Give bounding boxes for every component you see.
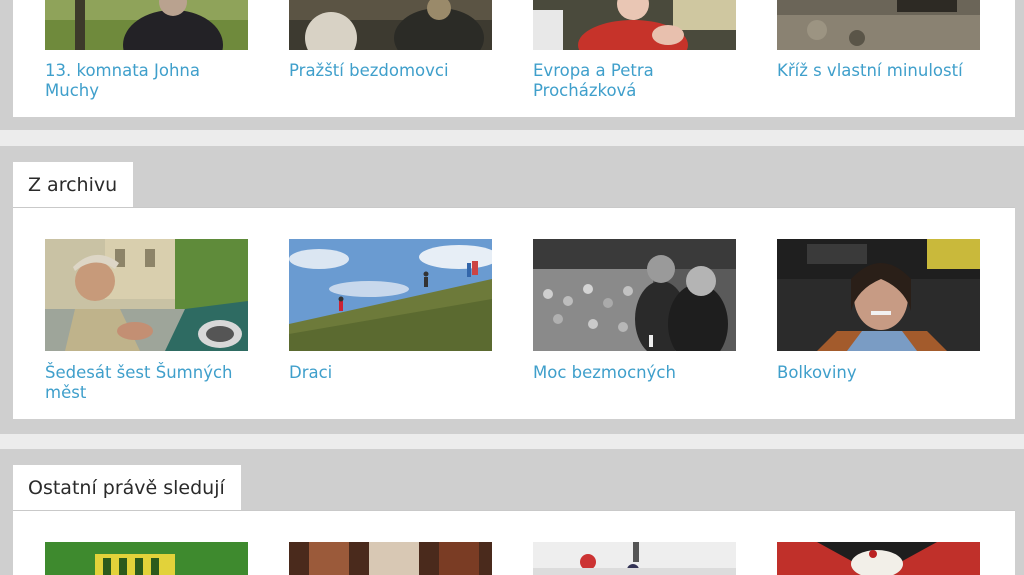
video-thumbnail[interactable] (289, 542, 492, 575)
video-list-card-archive: Šedesát šest Šumných měst Draci Moc bezm… (13, 208, 1015, 419)
thumbnail-image (289, 542, 492, 575)
thumbnail-image (45, 0, 248, 50)
video-thumbnail[interactable] (45, 239, 248, 351)
video-title-link[interactable]: Moc bezmocných (533, 363, 743, 383)
thumbnail-image (777, 542, 980, 575)
video-title-link[interactable]: Šedesát šest Šumných měst (45, 363, 255, 403)
video-thumbnail[interactable] (777, 239, 980, 351)
thumbnail-image (533, 239, 736, 351)
video-title-link[interactable]: Kříž s vlastní minulostí (777, 61, 987, 81)
thumbnail-image (533, 0, 736, 50)
video-thumbnail[interactable] (45, 0, 248, 50)
video-title-link[interactable]: 13. komnata Johna Muchy (45, 61, 255, 101)
video-title-link[interactable]: Evropa a Petra Procházková (533, 61, 743, 101)
video-thumbnail[interactable] (533, 239, 736, 351)
video-thumbnail[interactable] (777, 0, 980, 50)
thumbnail-image (289, 0, 492, 50)
video-title-link[interactable]: Bolkoviny (777, 363, 987, 383)
video-thumbnail[interactable] (533, 542, 736, 575)
video-thumbnail[interactable] (45, 542, 248, 575)
thumbnail-image (289, 239, 492, 351)
video-thumbnail[interactable] (777, 542, 980, 575)
video-thumbnail[interactable] (289, 239, 492, 351)
video-thumbnail[interactable] (533, 0, 736, 50)
video-title-link[interactable]: Draci (289, 363, 499, 383)
thumbnail-image (533, 542, 736, 575)
video-title-link[interactable]: Pražští bezdomovci (289, 61, 499, 81)
video-thumbnail[interactable] (289, 0, 492, 50)
thumbnail-image (777, 239, 980, 351)
thumbnail-image (45, 239, 248, 351)
section-tab-watching: Ostatní právě sledují (13, 465, 241, 510)
thumbnail-image (777, 0, 980, 50)
video-list-card-watching (13, 511, 1015, 575)
thumbnail-image (45, 542, 248, 575)
section-tab-archive: Z archivu (13, 162, 134, 207)
video-list-card-top: 13. komnata Johna Muchy Pražští bezdomov… (13, 0, 1015, 117)
